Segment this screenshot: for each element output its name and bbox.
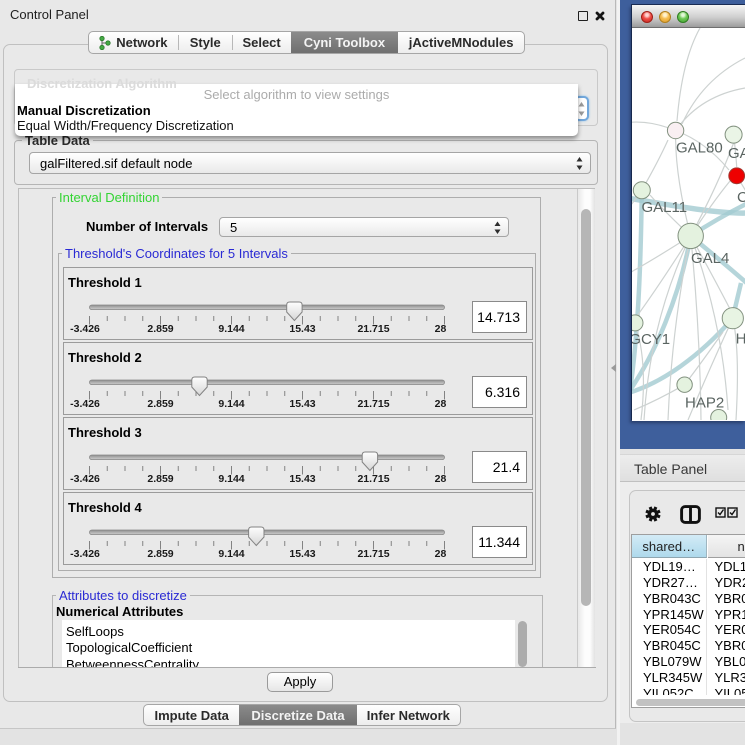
svg-text:HAP2: HAP2 [685, 395, 724, 412]
svg-text:H: H [736, 331, 745, 348]
svg-text:GA: GA [728, 145, 745, 162]
svg-text:GAL80: GAL80 [676, 140, 723, 157]
svg-text:GAL11: GAL11 [642, 199, 688, 216]
svg-text:GCY1: GCY1 [632, 331, 670, 348]
svg-text:GAL4: GAL4 [691, 250, 729, 267]
svg-text:C: C [737, 189, 745, 206]
